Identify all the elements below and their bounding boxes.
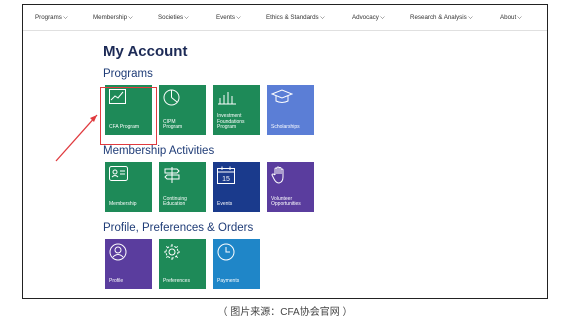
chevron-down-icon	[517, 16, 522, 19]
tile-payments[interactable]: Payments	[213, 239, 260, 289]
pie-chart-icon	[163, 89, 180, 106]
tile-membership[interactable]: Membership	[105, 162, 152, 212]
tile-label: Investment Foundations Program	[217, 113, 245, 131]
nav-item-membership[interactable]: Membership	[93, 14, 133, 21]
tile-volunteer-opportunities[interactable]: Volunteer Opportunities	[267, 162, 314, 212]
tile-label: Scholarships	[271, 124, 300, 131]
calendar-day: 15	[222, 176, 230, 183]
tile-label: Profile	[109, 278, 124, 285]
nav-label: Membership	[93, 14, 128, 21]
tile-events[interactable]: 15 Events	[213, 162, 260, 212]
nav-label: Ethics & Standards	[266, 14, 319, 21]
top-navigation: Programs Membership Societies Events Eth…	[23, 5, 547, 31]
nav-item-about[interactable]: About	[500, 14, 522, 21]
nav-label: Societies	[158, 14, 184, 21]
signpost-icon	[164, 167, 180, 183]
chevron-down-icon	[184, 16, 189, 19]
chevron-down-icon	[380, 16, 385, 19]
nav-item-research-analysis[interactable]: Research & Analysis	[410, 14, 473, 21]
id-card-icon	[109, 166, 128, 181]
page-title: My Account	[103, 43, 188, 60]
tile-label: Membership	[109, 201, 137, 208]
gear-icon	[164, 244, 180, 260]
tile-continuing-education[interactable]: Continuing Education	[159, 162, 206, 212]
tile-label: Payments	[217, 278, 240, 285]
tile-label: Events	[217, 201, 233, 208]
nav-item-societies[interactable]: Societies	[158, 14, 189, 21]
nav-label: Advocacy	[352, 14, 379, 21]
section-title-membership: Membership Activities	[103, 145, 215, 157]
nav-label: Events	[216, 14, 235, 21]
tile-scholarships[interactable]: Scholarships	[267, 85, 314, 135]
nav-item-events[interactable]: Events	[216, 14, 241, 21]
chevron-down-icon	[236, 16, 241, 19]
tile-profile[interactable]: Profile	[105, 239, 152, 289]
annotation-arrow	[55, 114, 98, 162]
calendar-icon: 15	[217, 166, 235, 184]
chevron-down-icon	[128, 16, 133, 19]
nav-label: About	[500, 14, 517, 21]
tile-investment-foundations[interactable]: Investment Foundations Program	[213, 85, 260, 135]
tile-label: CIPM Program	[163, 118, 183, 131]
section-title-programs: Programs	[103, 68, 153, 80]
chevron-down-icon	[319, 16, 325, 19]
browser-frame: Programs Membership Societies Events Eth…	[22, 4, 548, 299]
nav-item-ethics-standards[interactable]: Ethics & Standards	[266, 14, 325, 21]
chevron-down-icon	[468, 16, 473, 19]
chevron-down-icon	[63, 16, 68, 19]
tile-preferences[interactable]: Preferences	[159, 239, 206, 289]
nav-label: Programs	[35, 14, 62, 21]
nav-label: Research & Analysis	[410, 14, 467, 21]
tile-label: Volunteer Opportunities	[271, 195, 301, 208]
clock-icon	[217, 243, 235, 261]
user-circle-icon	[109, 243, 127, 261]
nav-item-advocacy[interactable]: Advocacy	[352, 14, 385, 21]
tile-cipm-program[interactable]: CIPM Program	[159, 85, 206, 135]
highlight-box	[100, 87, 157, 145]
raised-hand-icon	[271, 166, 284, 184]
nav-item-programs[interactable]: Programs	[35, 14, 68, 21]
graduation-cap-icon	[271, 89, 293, 103]
tile-label: Preferences	[163, 278, 190, 285]
bar-chart-icon	[218, 92, 236, 105]
section-title-profile: Profile, Preferences & Orders	[103, 222, 254, 234]
image-caption: （ 图片来源：CFA协会官网 ）	[217, 307, 353, 318]
tile-label: Continuing Education	[163, 195, 187, 208]
